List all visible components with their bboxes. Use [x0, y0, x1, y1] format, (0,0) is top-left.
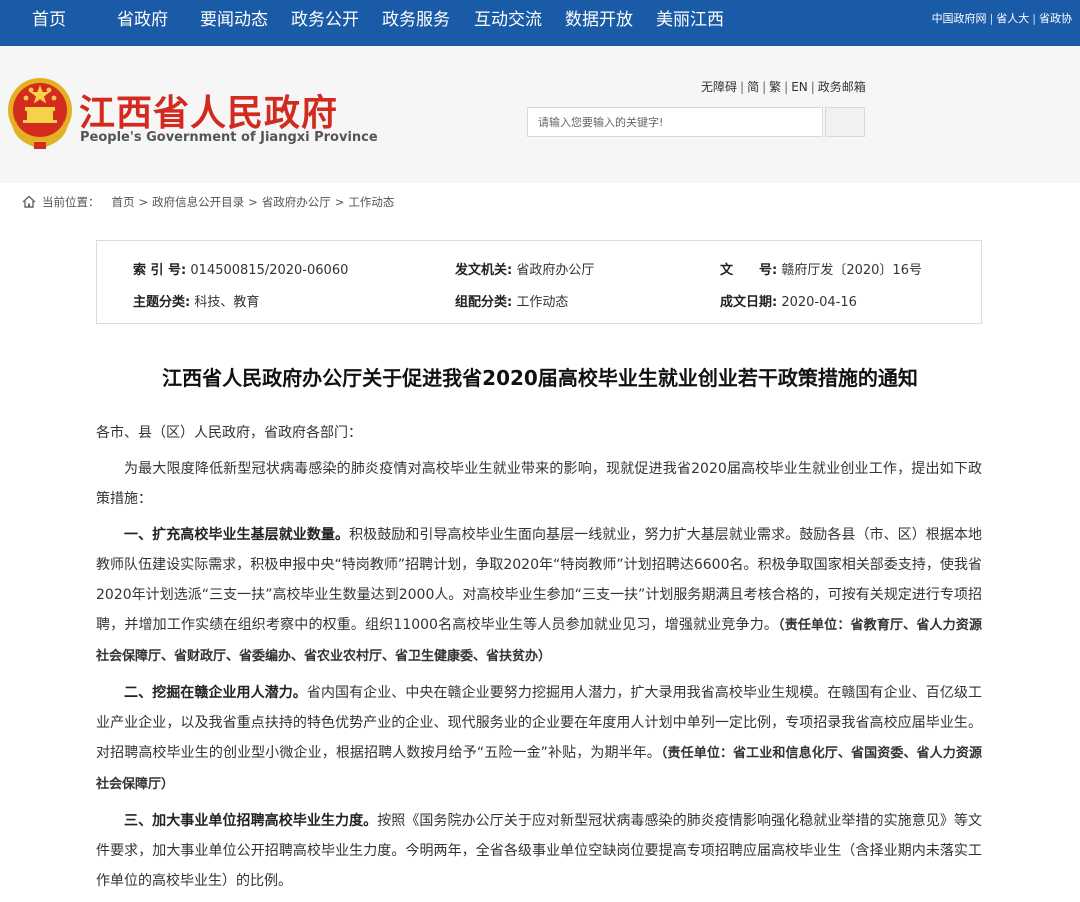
home-icon — [22, 195, 36, 208]
meta-value: 工作动态 — [516, 295, 569, 310]
document-meta-box: 索 引 号: 014500815/2020-06060 发文机关: 省政府办公厅… — [96, 240, 982, 324]
divider: | — [762, 80, 767, 94]
link-china-gov[interactable]: 中国政府网 — [932, 12, 987, 25]
nav-item-beautiful-jiangxi[interactable]: 美丽江西 — [656, 0, 724, 46]
divider: | — [989, 12, 994, 25]
nav-item-provincial-gov[interactable]: 省政府 — [117, 0, 168, 46]
site-title[interactable]: 江西省人民政府 — [79, 84, 338, 136]
chevron-right-icon: > — [138, 195, 149, 209]
meta-key: 组配分类: — [455, 295, 513, 310]
nav-item-gov-affairs-open[interactable]: 政务公开 — [291, 0, 359, 46]
paragraph-2: 二、挖掘在赣企业用人潜力。省内国有企业、中央在赣企业要努力挖掘用人潜力，扩大录用… — [96, 678, 982, 800]
search-button[interactable] — [825, 107, 865, 137]
nav-item-home[interactable]: 首页 — [32, 0, 66, 46]
link-simplified[interactable]: 简 — [747, 80, 759, 94]
meta-group: 组配分类: 工作动态 — [455, 291, 568, 310]
meta-value: 赣府厅发〔2020〕16号 — [781, 263, 922, 278]
meta-value: 省政府办公厅 — [516, 263, 595, 278]
paragraph-heading: 三、加大事业单位招聘高校毕业生力度。 — [124, 813, 378, 829]
meta-key: 成文日期: — [720, 295, 778, 310]
breadcrumb-work-news[interactable]: 工作动态 — [348, 195, 394, 209]
search-box — [527, 107, 823, 137]
link-provincial-congress[interactable]: 省人大 — [996, 12, 1029, 25]
meta-key: 主题分类: — [133, 295, 191, 310]
meta-value: 2020-04-16 — [781, 295, 857, 310]
chevron-right-icon: > — [334, 195, 345, 209]
link-gov-mailbox[interactable]: 政务邮箱 — [818, 80, 866, 94]
meta-value: 014500815/2020-06060 — [190, 263, 349, 278]
site-header: 江西省人民政府 People's Government of Jiangxi P… — [0, 46, 1080, 183]
nav-item-open-data[interactable]: 数据开放 — [565, 0, 633, 46]
divider: | — [810, 80, 815, 94]
meta-key: 发文机关: — [455, 263, 513, 278]
search-input[interactable] — [528, 108, 822, 136]
article-title: 江西省人民政府办公厅关于促进我省2020届高校毕业生就业创业若干政策措施的通知 — [162, 366, 918, 390]
nav-item-interaction[interactable]: 互动交流 — [474, 0, 542, 46]
meta-index-number: 索 引 号: 014500815/2020-06060 — [133, 259, 348, 278]
divider: | — [740, 80, 745, 94]
link-provincial-cppcc[interactable]: 省政协 — [1039, 12, 1072, 25]
divider: | — [784, 80, 789, 94]
breadcrumb-label: 当前位置： — [42, 195, 100, 209]
link-english[interactable]: EN — [791, 80, 808, 94]
paragraph-3: 三、加大事业单位招聘高校毕业生力度。按照《国务院办公厅关于应对新型冠状病毒感染的… — [96, 806, 982, 896]
utility-links: 无障碍 | 简 | 繁 | EN | 政务邮箱 — [701, 78, 866, 95]
meta-key: 文 号: — [720, 263, 778, 278]
nav-item-gov-services[interactable]: 政务服务 — [382, 0, 450, 46]
site-subtitle: People's Government of Jiangxi Province — [80, 130, 378, 145]
breadcrumb-info-disclosure[interactable]: 政府信息公开目录 — [152, 195, 244, 209]
chevron-right-icon: > — [248, 195, 258, 209]
divider: | — [1032, 12, 1036, 25]
nav-item-news[interactable]: 要闻动态 — [200, 0, 268, 46]
breadcrumb-home[interactable]: 首页 — [112, 195, 135, 209]
paragraph-heading: 一、扩充高校毕业生基层就业数量。 — [124, 527, 350, 543]
national-emblem-icon[interactable] — [6, 76, 74, 150]
meta-key: 索 引 号: — [133, 263, 187, 278]
breadcrumb-general-office[interactable]: 省政府办公厅 — [262, 195, 331, 209]
meta-issuer: 发文机关: 省政府办公厅 — [455, 259, 594, 278]
paragraph-1: 一、扩充高校毕业生基层就业数量。积极鼓励和引导高校毕业生面向基层一线就业，努力扩… — [96, 520, 982, 672]
link-accessibility[interactable]: 无障碍 — [701, 80, 737, 94]
paragraph-heading: 二、挖掘在赣企业用人潜力。 — [124, 685, 307, 701]
breadcrumb: 当前位置： 首页 > 政府信息公开目录 > 省政府办公厅 > 工作动态 — [22, 194, 394, 210]
meta-topic: 主题分类: 科技、教育 — [133, 291, 259, 310]
meta-document-number: 文 号: 赣府厅发〔2020〕16号 — [720, 259, 922, 278]
article-body: 各市、县（区）人民政府，省政府各部门： 为最大限度降低新型冠状病毒感染的肺炎疫情… — [96, 418, 982, 902]
intro-paragraph: 为最大限度降低新型冠状病毒感染的肺炎疫情对高校毕业生就业带来的影响，现就促进我省… — [96, 461, 982, 507]
top-external-links: 中国政府网 | 省人大 | 省政协 — [932, 0, 1072, 40]
top-nav: 首页 省政府 要闻动态 政务公开 政务服务 互动交流 数据开放 美丽江西 中国政… — [0, 0, 1080, 46]
meta-value: 科技、教育 — [194, 295, 260, 310]
link-traditional[interactable]: 繁 — [769, 80, 781, 94]
salutation: 各市、县（区）人民政府，省政府各部门： — [96, 425, 362, 441]
meta-date: 成文日期: 2020-04-16 — [720, 291, 857, 310]
